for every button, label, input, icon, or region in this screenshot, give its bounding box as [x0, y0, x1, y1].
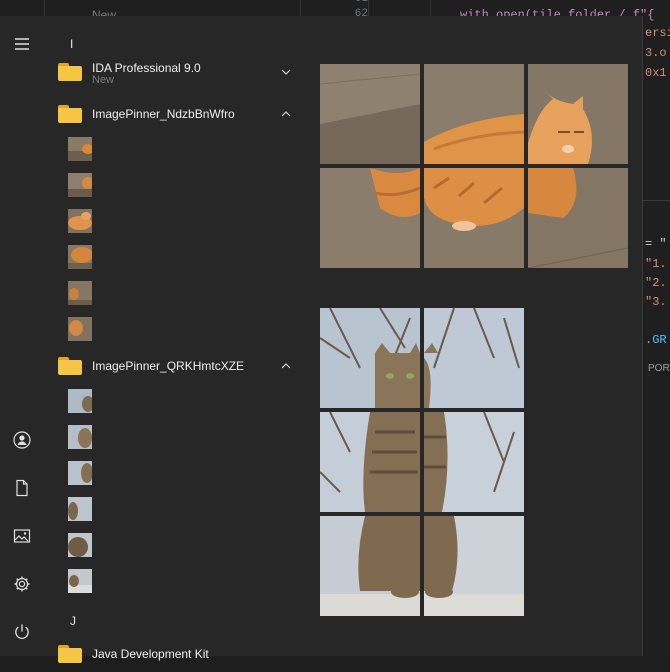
document-icon[interactable] — [6, 472, 38, 504]
start-menu: I IDA Professional 9.0 New ImagePinner_N… — [0, 16, 643, 663]
letter-header-j[interactable]: J — [70, 614, 76, 628]
code-line: "1. — [645, 257, 667, 271]
folder-name: IDA Professional 9.0 — [92, 61, 201, 75]
user-icon[interactable] — [6, 424, 38, 456]
tabby-cat-tile-1[interactable] — [320, 308, 420, 408]
code-line: ersio — [645, 26, 670, 40]
folder-icon — [58, 63, 82, 81]
tile-shortcut-tabby-cat-2[interactable] — [68, 425, 92, 449]
folder-name: ImagePinner_QRKHmtcXZE — [92, 359, 245, 373]
folder-icon — [58, 105, 82, 123]
chevron-up-icon — [281, 111, 291, 117]
tabby-cat-tile-3[interactable] — [320, 412, 420, 512]
gear-icon[interactable] — [6, 568, 38, 600]
line-number: 61 — [318, 0, 368, 5]
folder-icon — [58, 357, 82, 375]
code-line: = " — [645, 237, 667, 251]
tabby-cat-tile-2[interactable] — [424, 308, 524, 408]
ginger-cat-tile-2[interactable] — [424, 64, 524, 164]
folder-name: ImagePinner_NdzbBnWfro — [92, 107, 235, 121]
code-line: "2. — [645, 276, 667, 290]
tile-shortcut-ginger-cat-2[interactable] — [68, 173, 92, 197]
tile-shortcut-tabby-cat-3[interactable] — [68, 461, 92, 485]
folder-java-development-kit[interactable]: Java Development Kit — [58, 636, 298, 672]
code-line: 0x1 — [645, 66, 667, 80]
folder-imagepinner-ndzbbnwfro[interactable]: ImagePinner_NdzbBnWfro — [58, 96, 298, 132]
tile-shortcut-ginger-cat-5[interactable] — [68, 281, 92, 305]
ginger-cat-tile-6[interactable] — [528, 168, 628, 268]
start-menu-rail — [0, 16, 44, 656]
hamburger-icon[interactable] — [6, 28, 38, 60]
folder-imagepinner-qrkhmtcxze[interactable]: ImagePinner_QRKHmtcXZE — [58, 348, 298, 384]
tile-shortcut-ginger-cat-4[interactable] — [68, 245, 92, 269]
code-line: "3. — [645, 295, 667, 309]
panel-tab-label[interactable]: PORT — [648, 363, 670, 374]
chevron-down-icon — [281, 69, 291, 75]
folder-name: Java Development Kit — [92, 647, 209, 661]
tile-shortcut-ginger-cat-6[interactable] — [68, 317, 92, 341]
chevron-up-icon — [281, 363, 291, 369]
letter-header-i[interactable]: I — [70, 37, 73, 51]
tabby-cat-tile-6[interactable] — [424, 516, 524, 616]
tile-shortcut-ginger-cat-1[interactable] — [68, 137, 92, 161]
folder-icon — [58, 645, 82, 663]
ginger-cat-tile-3[interactable] — [528, 64, 628, 164]
power-icon[interactable] — [6, 616, 38, 648]
editor-panel-divider — [643, 200, 670, 201]
tile-shortcut-tabby-cat-1[interactable] — [68, 389, 92, 413]
ginger-cat-tile-1[interactable] — [320, 64, 420, 164]
picture-icon[interactable] — [6, 520, 38, 552]
tile-shortcut-tabby-cat-4[interactable] — [68, 497, 92, 521]
ginger-cat-tile-5[interactable] — [424, 168, 524, 268]
folder-ida-professional[interactable]: IDA Professional 9.0 New — [58, 54, 298, 90]
tile-shortcut-ginger-cat-3[interactable] — [68, 209, 92, 233]
tabby-cat-tile-5[interactable] — [320, 516, 420, 616]
ginger-cat-tile-4[interactable] — [320, 168, 420, 268]
app-list: I IDA Professional 9.0 New ImagePinner_N… — [44, 16, 304, 663]
tile-shortcut-tabby-cat-5[interactable] — [68, 533, 92, 557]
tile-shortcut-tabby-cat-6[interactable] — [68, 569, 92, 593]
folder-new-badge: New — [92, 74, 115, 86]
tabby-cat-tile-4[interactable] — [424, 412, 524, 512]
code-line: .GR — [645, 333, 667, 347]
code-line: 3.o — [645, 46, 667, 60]
